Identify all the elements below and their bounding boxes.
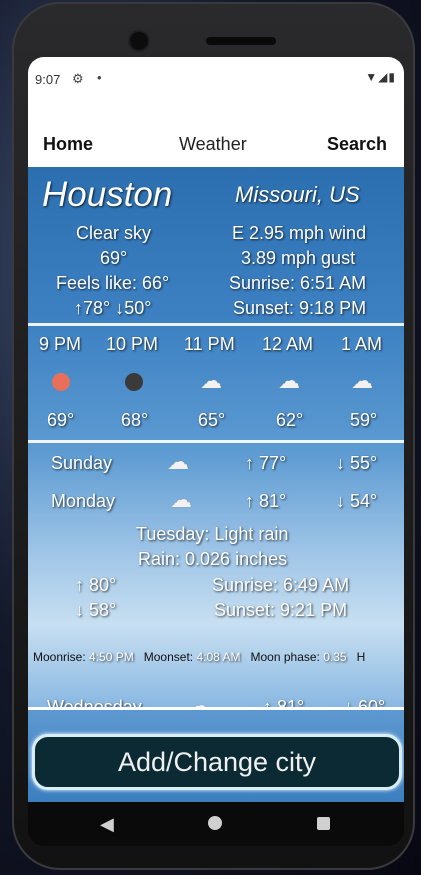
tuesday-high: ↑ 80° <box>75 575 117 595</box>
day-high: ↑ 77° <box>245 453 287 473</box>
partly-cloudy-night-icon: ☁ <box>200 366 223 393</box>
hour-time: 9 PM <box>39 334 82 354</box>
sunrise: Sunrise: 6:51 AM <box>229 273 367 293</box>
moon-info-overflow: H <box>356 650 366 664</box>
back-icon[interactable]: ◀ <box>100 814 114 835</box>
nav-search-button[interactable]: Search <box>327 134 387 155</box>
hour-temp: 65° <box>198 410 226 430</box>
status-bar: 9:07 ⚙ • ▼◢▮ <box>28 57 404 101</box>
moonset-label: Moonset: <box>143 650 194 664</box>
earpiece-speaker <box>206 37 276 45</box>
recent-apps-icon[interactable] <box>317 817 330 830</box>
day-low: ↓ 55° <box>336 453 378 473</box>
nav-home-button[interactable]: Home <box>43 134 93 155</box>
hour-time: 12 AM <box>262 334 314 354</box>
moon-info-row: Moonrise: 4:50 PM Moonset: 4:08 AM Moon … <box>33 650 365 664</box>
notification-dot-icon: • <box>97 70 102 85</box>
current-condition: Clear sky <box>76 223 152 243</box>
add-change-city-button[interactable]: Add/Change city <box>32 734 402 790</box>
moon-icon <box>125 373 143 391</box>
partly-cloudy-day-icon: ☁ <box>170 485 193 512</box>
android-nav-bar: ◀ <box>28 802 404 846</box>
moonrise-label: Moonrise: <box>33 650 86 664</box>
sun-icon <box>52 373 70 391</box>
hi-lo-temp: ↑78° ↓50° <box>74 298 152 318</box>
day-low: ↓ 54° <box>336 491 378 511</box>
tuesday-summary: Tuesday: Light rain <box>136 524 289 544</box>
hour-temp: 69° <box>47 410 75 430</box>
region-name: Missouri, US <box>235 182 360 207</box>
moonset-value: 4:08 AM <box>196 650 241 664</box>
tuesday-low: ↓ 58° <box>75 600 117 620</box>
day-name: Sunday <box>51 453 113 473</box>
feels-like: Feels like: 66° <box>56 273 170 293</box>
signal-battery-icon: ▼◢▮ <box>365 70 396 84</box>
settings-gear-icon: ⚙ <box>72 71 84 86</box>
divider <box>28 323 404 326</box>
sunset: Sunset: 9:18 PM <box>233 298 367 318</box>
hour-time: 11 PM <box>184 334 235 354</box>
city-name: Houston <box>42 175 173 214</box>
current-temp: 69° <box>100 248 128 268</box>
moon-phase-value: 0.35 <box>323 650 347 664</box>
hour-time: 10 PM <box>106 334 159 354</box>
day-name: Monday <box>51 491 116 511</box>
hour-temp: 68° <box>121 410 149 430</box>
screen: 9:07 ⚙ • ▼◢▮ Home Weather Search Houston… <box>28 57 404 802</box>
hour-temp: 59° <box>350 410 378 430</box>
home-icon[interactable] <box>208 816 222 830</box>
day-high: ↑ 81° <box>245 491 287 511</box>
status-time: 9:07 <box>35 72 61 87</box>
divider <box>28 440 404 443</box>
top-nav: Home Weather Search <box>28 101 404 167</box>
front-camera <box>130 32 148 50</box>
partly-cloudy-day-icon: ☁ <box>167 447 190 474</box>
gust: 3.89 mph gust <box>241 248 356 268</box>
moon-phase-label: Moon phase: <box>250 650 320 664</box>
tuesday-rain: Rain: 0.026 inches <box>138 549 288 569</box>
hour-time: 1 AM <box>341 334 383 354</box>
moonrise-value: 4:50 PM <box>89 650 134 664</box>
partly-cloudy-night-icon: ☁ <box>278 366 301 393</box>
weather-content[interactable]: Houston Missouri, US Clear sky 69° Feels… <box>28 167 404 802</box>
tuesday-sunrise: Sunrise: 6:49 AM <box>212 575 350 595</box>
partly-cloudy-night-icon: ☁ <box>351 366 374 393</box>
hour-temp: 62° <box>276 410 304 430</box>
nav-weather-button[interactable]: Weather <box>179 134 247 155</box>
tuesday-sunset: Sunset: 9:21 PM <box>214 600 348 620</box>
wind: E 2.95 mph wind <box>232 223 367 243</box>
